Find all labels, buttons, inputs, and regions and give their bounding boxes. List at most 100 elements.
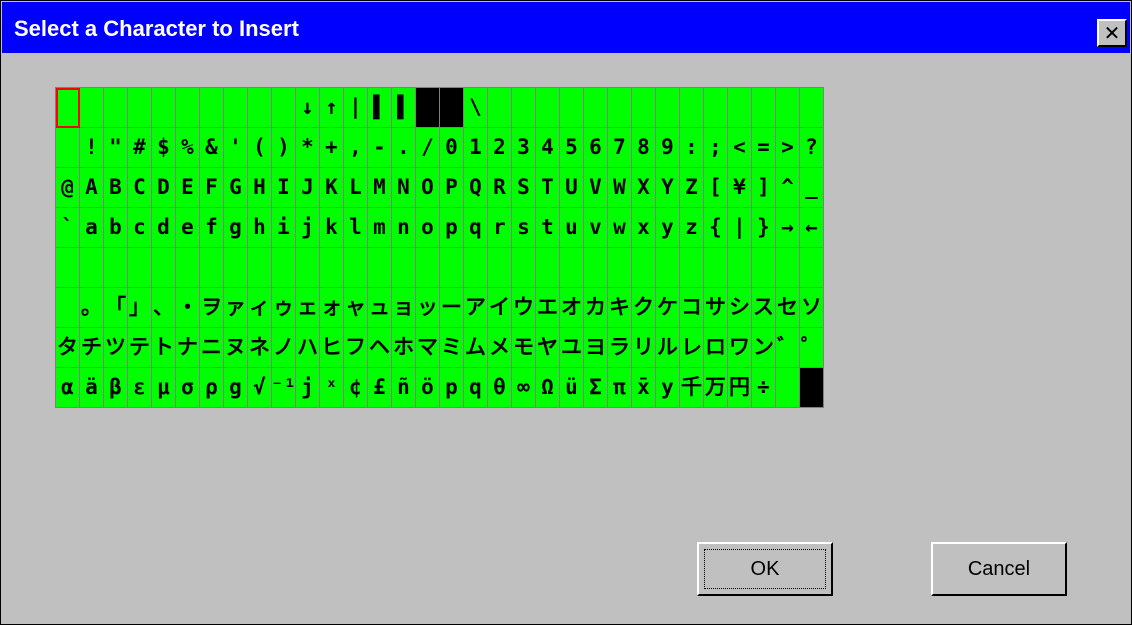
- character-cell[interactable]: ): [272, 128, 296, 168]
- character-cell[interactable]: ∞: [512, 368, 536, 408]
- character-cell[interactable]: 万: [704, 368, 728, 408]
- character-cell[interactable]: [560, 88, 584, 128]
- character-cell[interactable]: [296, 248, 320, 288]
- character-cell[interactable]: ロ: [704, 328, 728, 368]
- character-cell[interactable]: j: [296, 208, 320, 248]
- character-cell[interactable]: V: [584, 168, 608, 208]
- character-cell[interactable]: Z: [680, 168, 704, 208]
- character-cell[interactable]: T: [536, 168, 560, 208]
- character-cell[interactable]: [200, 248, 224, 288]
- character-cell[interactable]: £: [368, 368, 392, 408]
- character-cell[interactable]: 5: [560, 128, 584, 168]
- character-cell[interactable]: ▌: [392, 88, 416, 128]
- character-cell[interactable]: 2: [488, 128, 512, 168]
- character-cell[interactable]: [584, 248, 608, 288]
- character-cell[interactable]: ^: [776, 168, 800, 208]
- character-cell[interactable]: ゜: [800, 328, 824, 368]
- character-cell[interactable]: [704, 88, 728, 128]
- character-cell[interactable]: ヘ: [368, 328, 392, 368]
- character-cell[interactable]: ρ: [200, 368, 224, 408]
- character-cell[interactable]: エ: [536, 288, 560, 328]
- character-cell[interactable]: D: [152, 168, 176, 208]
- character-cell[interactable]: i: [272, 208, 296, 248]
- character-cell[interactable]: キ: [608, 288, 632, 328]
- character-cell[interactable]: [536, 88, 560, 128]
- character-cell[interactable]: K: [320, 168, 344, 208]
- character-cell[interactable]: [440, 248, 464, 288]
- character-cell[interactable]: 千: [680, 368, 704, 408]
- character-cell[interactable]: [344, 248, 368, 288]
- character-cell[interactable]: メ: [488, 328, 512, 368]
- character-cell[interactable]: [248, 88, 272, 128]
- character-cell[interactable]: ▌: [368, 88, 392, 128]
- character-cell[interactable]: e: [176, 208, 200, 248]
- character-cell[interactable]: ォ: [320, 288, 344, 328]
- character-cell[interactable]: [656, 88, 680, 128]
- character-cell[interactable]: p: [440, 208, 464, 248]
- character-cell[interactable]: [: [704, 168, 728, 208]
- character-cell[interactable]: [752, 88, 776, 128]
- character-cell[interactable]: ": [104, 128, 128, 168]
- character-cell[interactable]: d: [152, 208, 176, 248]
- character-cell[interactable]: ラ: [608, 328, 632, 368]
- character-cell[interactable]: ↓: [296, 88, 320, 128]
- character-cell[interactable]: ヌ: [224, 328, 248, 368]
- character-cell[interactable]: ク: [632, 288, 656, 328]
- character-cell[interactable]: ユ: [560, 328, 584, 368]
- character-cell[interactable]: オ: [560, 288, 584, 328]
- character-cell[interactable]: b: [104, 208, 128, 248]
- character-cell[interactable]: シ: [728, 288, 752, 328]
- character-cell[interactable]: ョ: [392, 288, 416, 328]
- character-cell[interactable]: $: [152, 128, 176, 168]
- character-cell[interactable]: [560, 248, 584, 288]
- character-cell[interactable]: [224, 88, 248, 128]
- title-bar[interactable]: Select a Character to Insert ✕: [2, 2, 1130, 53]
- character-cell[interactable]: ÷: [752, 368, 776, 408]
- character-cell[interactable]: カ: [584, 288, 608, 328]
- character-cell[interactable]: [608, 88, 632, 128]
- character-cell[interactable]: j: [296, 368, 320, 408]
- character-cell[interactable]: z: [680, 208, 704, 248]
- character-cell[interactable]: [800, 88, 824, 128]
- character-cell[interactable]: H: [248, 168, 272, 208]
- character-cell[interactable]: M: [368, 168, 392, 208]
- character-cell[interactable]: x: [632, 208, 656, 248]
- character-cell[interactable]: [512, 248, 536, 288]
- character-cell[interactable]: ン: [752, 328, 776, 368]
- character-cell[interactable]: ヲ: [200, 288, 224, 328]
- character-cell[interactable]: N: [392, 168, 416, 208]
- character-cell[interactable]: →: [776, 208, 800, 248]
- character-cell[interactable]: [152, 88, 176, 128]
- character-cell[interactable]: +: [320, 128, 344, 168]
- character-cell[interactable]: ィ: [248, 288, 272, 328]
- character-cell[interactable]: ?: [800, 128, 824, 168]
- character-cell[interactable]: Ω: [536, 368, 560, 408]
- character-cell[interactable]: ア: [464, 288, 488, 328]
- character-cell[interactable]: ル: [656, 328, 680, 368]
- character-cell[interactable]: ー: [440, 288, 464, 328]
- character-cell[interactable]: P: [440, 168, 464, 208]
- character-cell[interactable]: [728, 88, 752, 128]
- character-cell[interactable]: ¢: [344, 368, 368, 408]
- character-cell[interactable]: ]: [752, 168, 776, 208]
- character-cell[interactable]: S: [512, 168, 536, 208]
- character-cell[interactable]: テ: [128, 328, 152, 368]
- character-cell[interactable]: [392, 248, 416, 288]
- character-cell[interactable]: y: [656, 208, 680, 248]
- character-cell[interactable]: セ: [776, 288, 800, 328]
- character-cell[interactable]: [752, 248, 776, 288]
- character-cell[interactable]: フ: [344, 328, 368, 368]
- character-cell[interactable]: ε: [128, 368, 152, 408]
- character-cell[interactable]: [776, 88, 800, 128]
- character-cell[interactable]: [680, 248, 704, 288]
- character-cell[interactable]: G: [224, 168, 248, 208]
- character-cell[interactable]: L: [344, 168, 368, 208]
- character-cell[interactable]: [128, 88, 152, 128]
- character-cell[interactable]: s: [512, 208, 536, 248]
- character-cell[interactable]: θ: [488, 368, 512, 408]
- character-cell[interactable]: &: [200, 128, 224, 168]
- character-cell[interactable]: a: [80, 208, 104, 248]
- character-cell[interactable]: ッ: [416, 288, 440, 328]
- character-cell[interactable]: ニ: [200, 328, 224, 368]
- character-cell[interactable]: ト: [152, 328, 176, 368]
